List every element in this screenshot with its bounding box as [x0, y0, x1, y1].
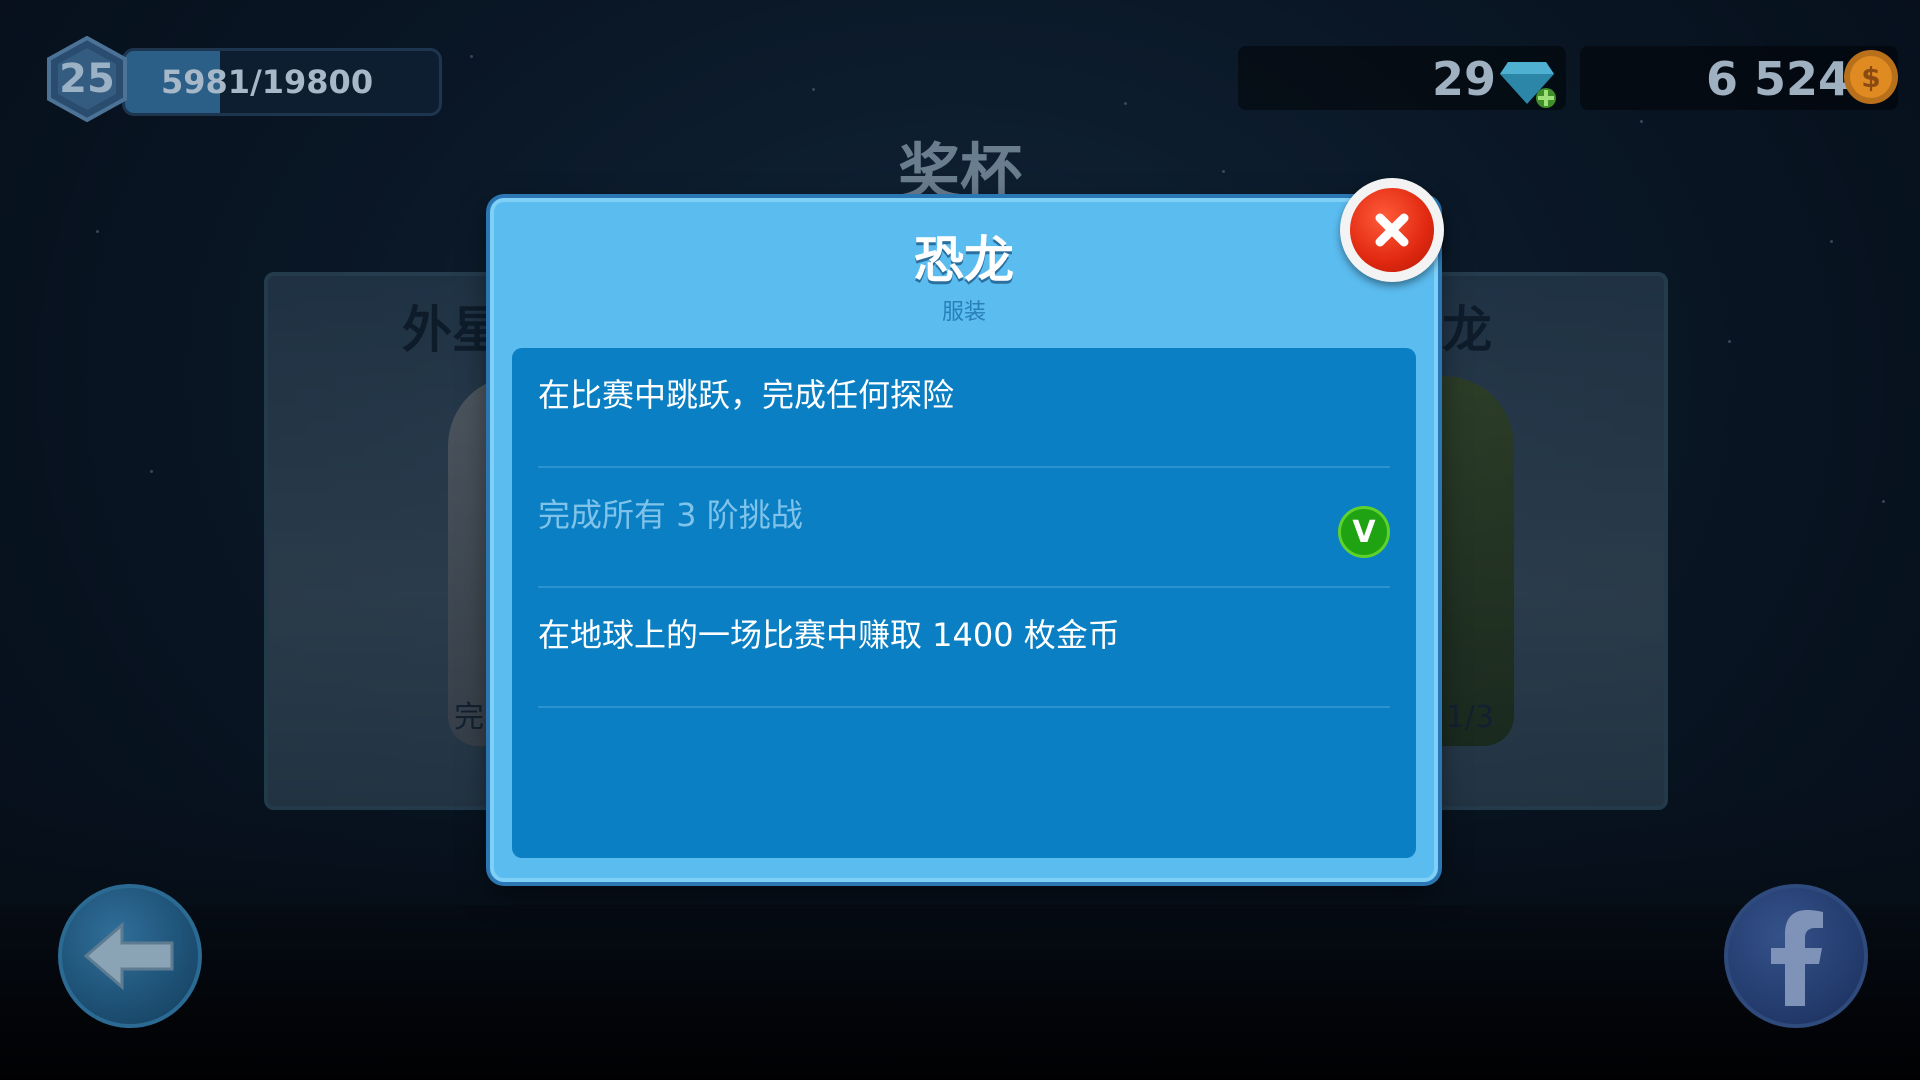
task-item: 在比赛中跳跃，完成任何探险: [538, 348, 1390, 468]
coin-icon: $: [1844, 50, 1898, 104]
task-label: 在地球上的一场比赛中赚取 1400 枚金币: [538, 616, 1120, 654]
task-item: 完成所有 3 阶挑战 V: [538, 468, 1390, 588]
modal-subtitle: 服装: [941, 300, 986, 325]
checkmark-icon: V: [1338, 506, 1390, 558]
diamond-icon[interactable]: [1496, 48, 1558, 110]
xp-text: 5981/19800: [161, 63, 374, 101]
task-label: 完成所有 3 阶挑战: [538, 496, 803, 534]
coins-count: 6 524: [1706, 52, 1851, 106]
task-label: 在比赛中跳跃，完成任何探险: [538, 376, 955, 414]
task-item: 在地球上的一场比赛中赚取 1400 枚金币: [538, 588, 1390, 708]
facebook-button[interactable]: [1724, 884, 1868, 1028]
level-number: 25: [59, 56, 115, 102]
level-badge: 25: [44, 36, 130, 122]
close-icon: [1350, 188, 1434, 272]
back-arrow-icon: [83, 921, 174, 991]
task-list: 在比赛中跳跃，完成任何探险 完成所有 3 阶挑战 V 在地球上的一场比赛中赚取 …: [512, 348, 1416, 858]
close-button[interactable]: [1340, 178, 1444, 282]
modal-title: 恐龙: [914, 231, 1014, 289]
svg-text:$: $: [1861, 61, 1880, 94]
xp-progress-bar: 5981/19800: [122, 48, 442, 116]
facebook-icon: [1771, 910, 1823, 1006]
gems-count: 29: [1432, 52, 1497, 106]
back-button[interactable]: [58, 884, 202, 1028]
trophy-detail-modal: 恐龙 服装 在比赛中跳跃，完成任何探险 完成所有 3 阶挑战 V 在地球上的一场…: [490, 198, 1438, 882]
